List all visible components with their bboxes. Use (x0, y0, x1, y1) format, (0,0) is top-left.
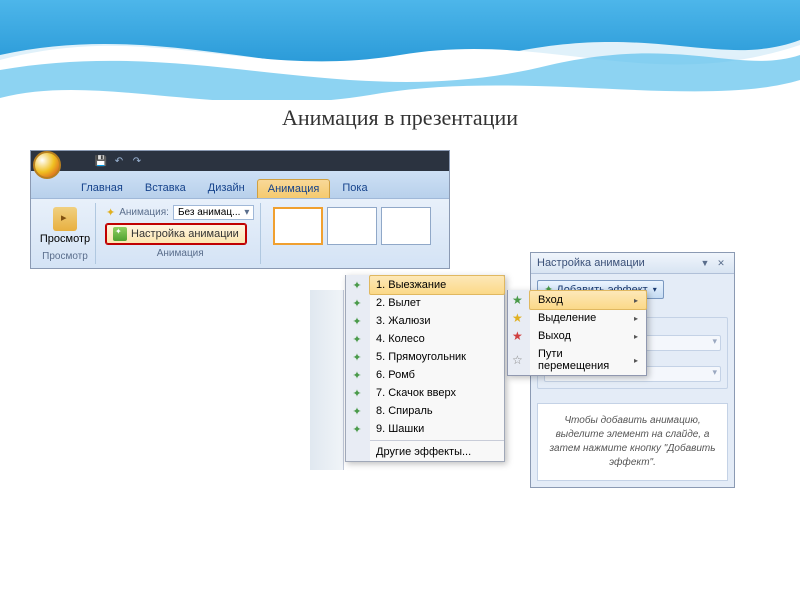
effect-category-emphasis[interactable]: ★Выделение (530, 309, 646, 327)
other-effects-item[interactable]: Другие эффекты... (370, 443, 504, 461)
star-icon: ✦ (350, 422, 364, 436)
animation-dropdown[interactable]: Без анимац... (173, 205, 254, 220)
star-icon: ★ (512, 311, 523, 325)
anim-dd-label: Анимация: (119, 207, 169, 218)
effect-item[interactable]: ✦3. Жалюзи (370, 312, 504, 330)
effect-category-entrance[interactable]: ★Вход (529, 290, 647, 310)
star-icon: ☆ (512, 353, 523, 367)
effect-item[interactable]: ✦6. Ромб (370, 366, 504, 384)
group-preview-label: Просмотр (42, 251, 88, 262)
star-icon: ✦ (350, 350, 364, 364)
effect-item[interactable]: ✦7. Скачок вверх (370, 384, 504, 402)
transition-thumb[interactable] (327, 207, 377, 245)
effect-item[interactable]: ✦5. Прямоугольник (370, 348, 504, 366)
star-icon: ✦ (350, 296, 364, 310)
redo-icon[interactable]: ↷ (129, 153, 145, 169)
effect-item[interactable]: ✦2. Вылет (370, 294, 504, 312)
add-effect-menu: ★Вход ★Выделение ★Выход ☆Пути перемещени… (507, 290, 647, 376)
close-icon[interactable]: ✕ (714, 256, 728, 270)
preview-icon (53, 207, 77, 231)
star-icon: ✦ (106, 206, 115, 219)
chevron-down-icon[interactable]: ▼ (698, 256, 712, 270)
star-icon: ✦ (350, 368, 364, 382)
group-preview: Просмотр Просмотр (35, 203, 96, 264)
star-icon: ✦ (350, 332, 364, 346)
transition-thumb[interactable] (381, 207, 431, 245)
star-icon: ✦ (350, 386, 364, 400)
group-animation: ✦ Анимация: Без анимац... Настройка аним… (100, 203, 261, 264)
tab-show[interactable]: Пока (332, 179, 377, 198)
effect-item[interactable]: ✦1. Выезжание (369, 275, 505, 295)
transition-thumb[interactable] (273, 207, 323, 245)
wave-header (0, 0, 800, 100)
effect-category-motion[interactable]: ☆Пути перемещения (530, 345, 646, 375)
pane-titlebar: Настройка анимации ▼ ✕ (531, 253, 734, 274)
effect-item[interactable]: ✦8. Спираль (370, 402, 504, 420)
group-animation-label: Анимация (157, 248, 204, 259)
ruler-fragment (310, 290, 344, 470)
tab-animation[interactable]: Анимация (257, 179, 331, 198)
effects-submenu: ✦1. Выезжание ✦2. Вылет ✦3. Жалюзи ✦4. К… (345, 275, 505, 462)
tab-insert[interactable]: Вставка (135, 179, 196, 198)
slide-title: Анимация в презентации (0, 105, 800, 131)
settings-icon (113, 227, 127, 241)
preview-button[interactable]: Просмотр (41, 205, 89, 247)
star-icon: ✦ (350, 278, 364, 292)
menu-separator (370, 440, 504, 441)
animation-settings-button[interactable]: Настройка анимации (106, 224, 246, 244)
save-icon[interactable]: 💾 (93, 153, 109, 169)
ribbon-content: Просмотр Просмотр ✦ Анимация: Без анимац… (31, 198, 449, 268)
tab-design[interactable]: Дизайн (198, 179, 255, 198)
tab-home[interactable]: Главная (71, 179, 133, 198)
star-icon: ★ (512, 293, 523, 307)
ribbon-tabs: Главная Вставка Дизайн Анимация Пока (31, 171, 449, 198)
star-icon: ✦ (350, 404, 364, 418)
office-button[interactable] (33, 151, 61, 179)
undo-icon[interactable]: ↶ (111, 153, 127, 169)
hint-text: Чтобы добавить анимацию, выделите элемен… (537, 403, 728, 481)
group-transitions (265, 203, 439, 264)
star-icon: ★ (512, 329, 523, 343)
ribbon-screenshot: 💾 ↶ ↷ Главная Вставка Дизайн Анимация По… (30, 150, 450, 269)
preview-label: Просмотр (40, 233, 90, 245)
titlebar: 💾 ↶ ↷ (31, 151, 449, 171)
effect-item[interactable]: ✦9. Шашки (370, 420, 504, 438)
pane-title: Настройка анимации (537, 257, 645, 269)
effect-category-exit[interactable]: ★Выход (530, 327, 646, 345)
star-icon: ✦ (350, 314, 364, 328)
effect-item[interactable]: ✦4. Колесо (370, 330, 504, 348)
